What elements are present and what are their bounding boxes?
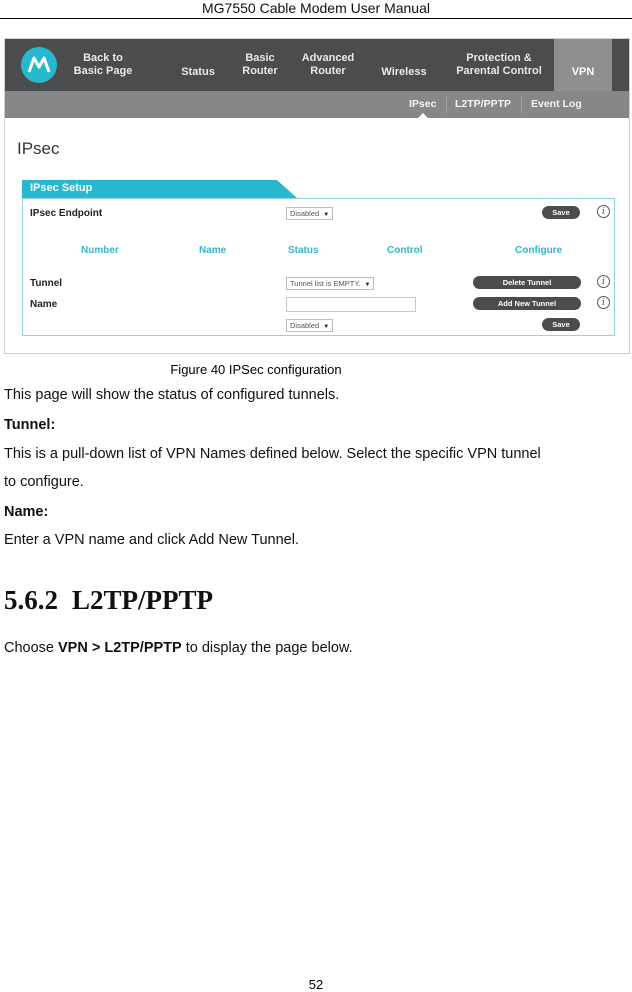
top-navigation-bar: Back to Basic Page Status Basic Router A… (5, 39, 629, 91)
ipsec-setup-title: IPsec Setup (30, 182, 93, 194)
tunnel-state-select-value: Disabled (290, 321, 320, 330)
column-header-configure: Configure (515, 245, 563, 256)
header-rule (0, 18, 632, 19)
ipsec-screenshot-figure: Back to Basic Page Status Basic Router A… (4, 38, 630, 354)
ipsec-endpoint-select[interactable]: Disabled ▼ (286, 207, 334, 220)
name-label: Name (30, 299, 58, 310)
ipsec-endpoint-select-value: Disabled (290, 209, 320, 218)
nav-status[interactable]: Status (173, 39, 223, 91)
dropdown-arrow-icon: ▼ (323, 212, 330, 218)
name-description: Enter a VPN name and click Add New Tunne… (4, 532, 299, 548)
tunnel-select-value: Tunnel list is EMPTY. (290, 279, 361, 288)
delete-tunnel-button[interactable]: Delete Tunnel (473, 276, 581, 289)
nav-wireless[interactable]: Wireless (375, 39, 433, 91)
page-number: 52 (308, 977, 324, 992)
add-new-tunnel-button[interactable]: Add New Tunnel (473, 297, 581, 310)
tunnel-name-input[interactable] (286, 297, 416, 312)
section-heading: 5.6.2 L2TP/PPTP (4, 584, 213, 616)
section-title: L2TP/PPTP (72, 585, 213, 615)
menu-path: VPN > L2TP/PPTP (58, 640, 182, 656)
subnav-divider (521, 96, 522, 113)
tunnel-description-line1: This is a pull-down list of VPN Names de… (4, 446, 541, 462)
figure-caption-text: Figure 40 IPSec configuration (170, 362, 342, 377)
tunnel-label: Tunnel (30, 278, 63, 289)
nav-protection-parental-control[interactable]: Protection & Parental Control (451, 39, 547, 91)
ipsec-setup-panel: IPsec Endpoint Disabled ▼ Save i Number N… (22, 198, 615, 336)
tunnel-description-line2: to configure. (4, 474, 84, 490)
name-heading: Name: (4, 504, 49, 520)
tunnel-save-button[interactable]: Save (542, 318, 580, 331)
column-header-number: Number (81, 245, 119, 256)
sub-navigation-bar: IPsec L2TP/PPTP Event Log (5, 91, 629, 118)
motorola-logo-icon[interactable] (21, 47, 57, 83)
tunnel-state-select[interactable]: Disabled ▼ (286, 319, 334, 332)
active-tab-caret-icon (418, 113, 428, 118)
column-header-name: Name (199, 245, 227, 256)
column-header-status: Status (288, 245, 319, 256)
nav-basic-router[interactable]: Basic Router (235, 39, 285, 91)
tunnel-heading: Tunnel: (4, 417, 56, 433)
intro-paragraph: This page will show the status of config… (4, 387, 340, 403)
column-header-control: Control (387, 245, 423, 256)
choose-prefix: Choose (4, 640, 59, 656)
figure-caption: Figure 40 IPSec configuration (0, 362, 632, 378)
dropdown-arrow-icon: ▼ (323, 324, 330, 330)
subnav-l2tp-pptp[interactable]: L2TP/PPTP (455, 91, 511, 118)
endpoint-save-button[interactable]: Save (542, 206, 580, 219)
running-header: MG7550 Cable Modem User Manual (202, 0, 430, 16)
endpoint-info-icon[interactable]: i (597, 205, 610, 218)
ipsec-setup-tab: IPsec Setup (22, 180, 297, 198)
dropdown-arrow-icon: ▼ (364, 282, 371, 288)
nav-back-to-basic-page[interactable]: Back to Basic Page (71, 39, 135, 91)
subnav-event-log[interactable]: Event Log (531, 91, 582, 118)
choose-instruction: Choose VPN > L2TP/PPTP to display the pa… (4, 639, 353, 657)
subnav-divider (446, 96, 447, 113)
section-number: 5.6.2 (4, 585, 58, 615)
nav-advanced-router[interactable]: Advanced Router (297, 39, 359, 91)
tunnel-select[interactable]: Tunnel list is EMPTY. ▼ (286, 277, 375, 290)
ipsec-endpoint-label: IPsec Endpoint (30, 208, 103, 219)
tunnel-info-icon[interactable]: i (597, 275, 610, 288)
nav-vpn[interactable]: VPN (554, 39, 612, 91)
choose-suffix: to display the page below. (181, 640, 353, 656)
page-title: IPsec (17, 139, 60, 158)
name-info-icon[interactable]: i (597, 296, 610, 309)
